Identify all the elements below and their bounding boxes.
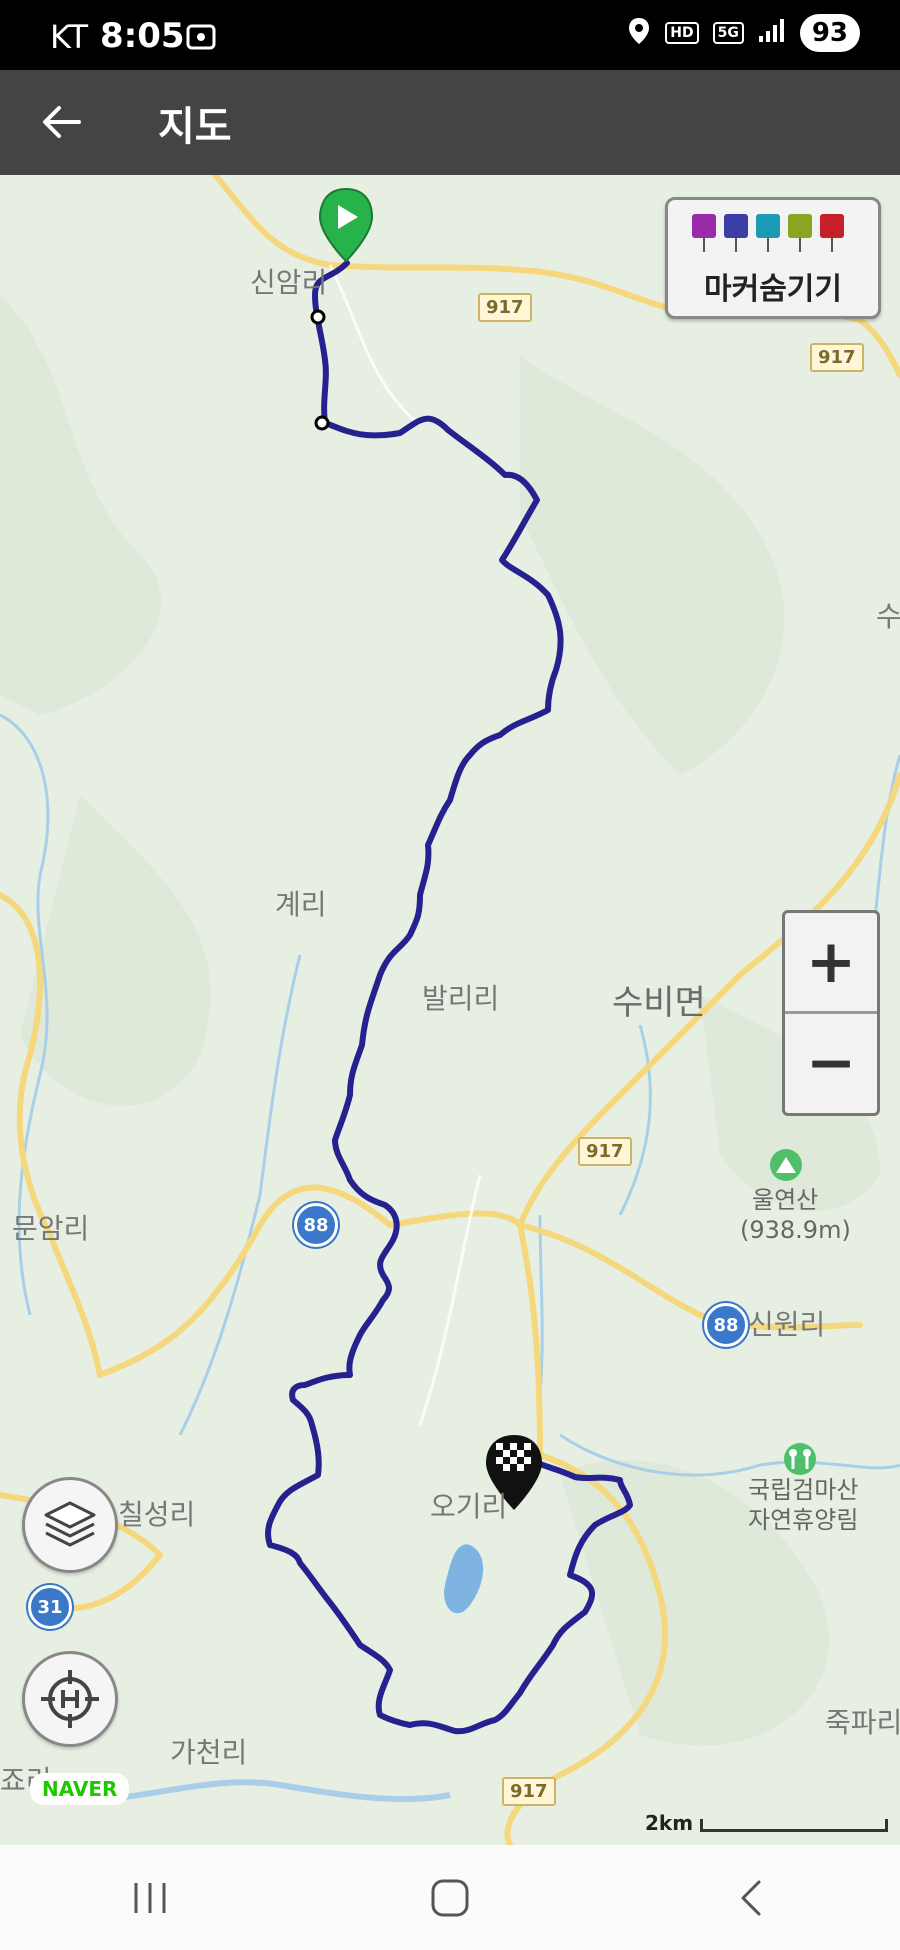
start-marker-icon[interactable] (318, 187, 374, 263)
place-label: 가천리 (170, 1736, 248, 1769)
location-icon (627, 16, 651, 50)
place-label: 문암리 (12, 1212, 90, 1245)
nav-back-button[interactable] (690, 1858, 810, 1938)
zoom-out-button[interactable]: − (785, 1011, 877, 1112)
place-label: 계리 (275, 888, 327, 921)
layers-icon (44, 1501, 96, 1547)
back-chevron-icon (741, 1880, 761, 1915)
note-marker-icon (788, 214, 812, 252)
home-button[interactable] (390, 1858, 510, 1938)
road-number-badge: 917 (502, 1777, 556, 1806)
app-bar: 지도 (0, 70, 900, 175)
layers-button[interactable] (22, 1477, 118, 1573)
zoom-in-button[interactable]: + (785, 913, 877, 1011)
place-label: 신암리 (250, 266, 328, 299)
battery-indicator: 93 (799, 14, 860, 52)
camera-marker-icon (692, 214, 716, 252)
national-road-badge: 88 (704, 1303, 748, 1347)
waypoint[interactable] (314, 415, 330, 431)
carrier-label: KT (50, 18, 89, 56)
location-button[interactable] (22, 1651, 118, 1747)
status-icons: HD 5G 93 (627, 14, 860, 52)
back-button[interactable] (28, 92, 94, 152)
forest-icon (784, 1443, 816, 1475)
place-label: 수비면 (612, 983, 706, 1023)
screenshot-icon (186, 24, 216, 54)
place-label: 자연휴양림 (748, 1506, 859, 1534)
place-label: 울연산 (752, 1186, 819, 1214)
clock: 8:05 (100, 16, 185, 56)
5g-icon: 5G (712, 22, 744, 44)
waypoint[interactable] (310, 309, 326, 325)
place-label: 국립검마산 (748, 1476, 859, 1504)
system-nav-bar (0, 1845, 900, 1950)
zoom-control: + − (782, 910, 880, 1116)
road-number-badge: 917 (810, 343, 864, 372)
flag-marker-icon (820, 214, 844, 252)
pen-marker-icon (756, 214, 780, 252)
place-label: 죽파리 (825, 1706, 900, 1739)
naver-logo: NAVER (30, 1773, 130, 1805)
scale-label: 2km (645, 1811, 694, 1835)
scale-bar (700, 1819, 888, 1832)
signal-icon (758, 18, 786, 48)
place-label: 신원리 (748, 1308, 826, 1341)
place-label: 칠성리 (118, 1498, 196, 1531)
marker-hide-button[interactable]: 마커숨기기 (665, 197, 881, 319)
road-number-badge: 917 (478, 293, 532, 322)
national-road-badge: 88 (294, 1203, 338, 1247)
status-bar: KT 8:05 HD 5G 93 (0, 0, 900, 70)
marker-icons (692, 214, 844, 252)
national-road-badge: 31 (28, 1585, 72, 1629)
place-label: 수 (876, 600, 900, 633)
map-view[interactable]: 신암리 계리 발리리 수비면 문암리 울연산 (938.9m) 신원리 오기리 … (0, 175, 900, 1845)
place-label: 발리리 (422, 982, 500, 1015)
place-label: 오기리 (430, 1490, 508, 1523)
back-arrow-icon (43, 106, 81, 138)
place-label: (938.9m) (740, 1216, 851, 1244)
crosshair-icon (41, 1670, 99, 1728)
recent-apps-button[interactable] (90, 1858, 210, 1938)
page-title: 지도 (158, 104, 232, 150)
hd-icon: HD (665, 22, 699, 44)
recent-apps-icon (134, 1882, 166, 1913)
road-number-badge: 917 (578, 1137, 632, 1166)
home-icon (431, 1879, 469, 1916)
mountain-icon (770, 1149, 802, 1181)
video-marker-icon (724, 214, 748, 252)
marker-hide-label: 마커숨기기 (704, 272, 842, 307)
